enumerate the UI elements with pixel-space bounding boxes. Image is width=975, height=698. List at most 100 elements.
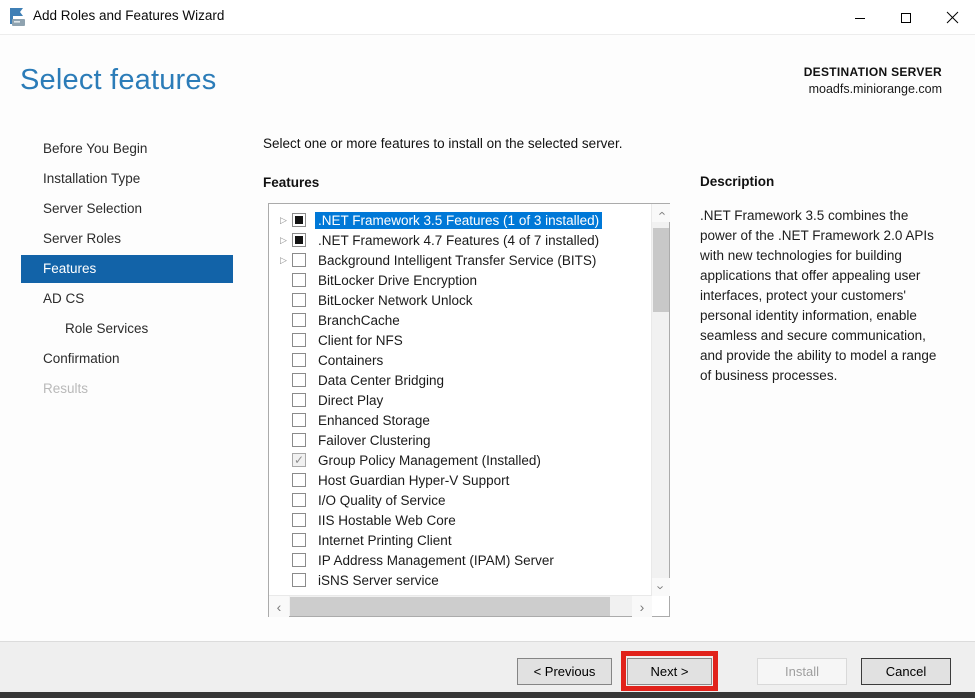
previous-button[interactable]: < Previous: [517, 658, 612, 685]
feature-checkbox[interactable]: [292, 553, 306, 567]
feature-label[interactable]: IP Address Management (IPAM) Server: [315, 552, 557, 569]
sidebar-item-ad-cs[interactable]: AD CS: [21, 284, 233, 314]
taskbar-edge: [0, 692, 975, 698]
description-text: .NET Framework 3.5 combines the power of…: [700, 208, 937, 383]
page-title: Select features: [20, 64, 217, 96]
destination-server-label: DESTINATION SERVER: [803, 65, 942, 79]
destination-server-block: DESTINATION SERVER moadfs.miniorange.com: [804, 65, 942, 96]
feature-label[interactable]: BranchCache: [315, 312, 403, 329]
minimize-button[interactable]: [837, 0, 883, 35]
scroll-down-icon[interactable]: ›: [652, 578, 670, 596]
feature-label[interactable]: Host Guardian Hyper-V Support: [315, 472, 512, 489]
vertical-scrollbar[interactable]: › ›: [651, 204, 670, 596]
feature-row[interactable]: Internet Printing Client: [269, 530, 652, 550]
feature-label[interactable]: Group Policy Management (Installed): [315, 452, 544, 469]
feature-checkbox[interactable]: [292, 373, 306, 387]
vertical-scroll-thumb[interactable]: [653, 228, 669, 312]
feature-checkbox[interactable]: [292, 213, 306, 227]
feature-row[interactable]: iSNS Server service: [269, 570, 652, 590]
feature-checkbox[interactable]: [292, 333, 306, 347]
feature-label[interactable]: IIS Hostable Web Core: [315, 512, 459, 529]
cancel-button[interactable]: Cancel: [861, 658, 951, 685]
maximize-icon: [901, 12, 911, 23]
feature-label[interactable]: Failover Clustering: [315, 432, 434, 449]
feature-row[interactable]: ▷ .NET Framework 4.7 Features (4 of 7 ins…: [269, 230, 652, 250]
feature-row[interactable]: Client for NFS: [269, 330, 652, 350]
feature-label[interactable]: iSNS Server service: [315, 572, 442, 589]
close-button[interactable]: [929, 0, 975, 35]
feature-checkbox[interactable]: [292, 273, 306, 287]
sidebar-item-confirmation[interactable]: Confirmation: [21, 344, 233, 374]
feature-checkbox[interactable]: [292, 533, 306, 547]
feature-label[interactable]: BitLocker Drive Encryption: [315, 272, 480, 289]
feature-row[interactable]: Containers: [269, 350, 652, 370]
feature-row[interactable]: ✓ Group Policy Management (Installed): [269, 450, 652, 470]
feature-checkbox[interactable]: [292, 493, 306, 507]
feature-checkbox[interactable]: [292, 293, 306, 307]
feature-row[interactable]: IIS Hostable Web Core: [269, 510, 652, 530]
sidebar-item-installation-type[interactable]: Installation Type: [21, 164, 233, 194]
sidebar-item-results: Results: [43, 381, 89, 396]
scroll-right-icon[interactable]: ›: [632, 596, 652, 617]
feature-label[interactable]: .NET Framework 4.7 Features (4 of 7 inst…: [315, 232, 602, 249]
footer-bar: < Previous Next > Install Cancel: [0, 641, 975, 692]
feature-row[interactable]: BitLocker Drive Encryption: [269, 270, 652, 290]
expand-arrow-icon[interactable]: ▷: [277, 255, 290, 266]
feature-label[interactable]: Enhanced Storage: [315, 412, 433, 429]
feature-row[interactable]: ▷ .NET Framework 3.5 Features (1 of 3 ins…: [269, 210, 652, 230]
feature-row[interactable]: Failover Clustering: [269, 430, 652, 450]
wizard-steps-sidebar: Before You Begin Installation Type Server …: [21, 134, 233, 404]
feature-checkbox[interactable]: [292, 573, 306, 587]
feature-label[interactable]: Containers: [315, 352, 386, 369]
feature-row[interactable]: ▷ Background Intelligent Transfer Service…: [269, 250, 652, 270]
expand-arrow-icon[interactable]: ▷: [277, 235, 290, 246]
feature-checkbox[interactable]: [292, 473, 306, 487]
feature-row[interactable]: BranchCache: [269, 310, 652, 330]
expand-arrow-icon[interactable]: ▷: [277, 215, 290, 226]
title-bar: Add Roles and Features Wizard: [0, 0, 975, 35]
feature-row[interactable]: I/O Quality of Service: [269, 490, 652, 510]
feature-label[interactable]: Data Center Bridging: [315, 372, 447, 389]
sidebar-item-before-you-begin[interactable]: Before You Begin: [21, 134, 233, 164]
feature-checkbox[interactable]: [292, 413, 306, 427]
sidebar-item-features[interactable]: Features: [21, 255, 233, 283]
feature-checkbox[interactable]: [292, 513, 306, 527]
features-listbox: ▷ .NET Framework 3.5 Features (1 of 3 ins…: [268, 203, 670, 617]
feature-row[interactable]: IP Address Management (IPAM) Server: [269, 550, 652, 570]
feature-label[interactable]: Client for NFS: [315, 332, 406, 349]
feature-label[interactable]: .NET Framework 3.5 Features (1 of 3 inst…: [315, 211, 603, 229]
feature-row[interactable]: Host Guardian Hyper-V Support: [269, 470, 652, 490]
scroll-left-icon[interactable]: ‹: [269, 596, 289, 617]
instruction-text: Select one or more features to install o…: [263, 136, 623, 151]
minimize-icon: [855, 17, 865, 19]
feature-label[interactable]: BitLocker Network Unlock: [315, 292, 476, 309]
maximize-button[interactable]: [883, 0, 929, 35]
feature-row[interactable]: BitLocker Network Unlock: [269, 290, 652, 310]
wizard-window: Add Roles and Features Wizard Select fea…: [0, 0, 975, 698]
horizontal-scroll-thumb[interactable]: [290, 597, 610, 616]
feature-checkbox[interactable]: [292, 433, 306, 447]
next-button[interactable]: Next >: [627, 658, 712, 685]
feature-checkbox[interactable]: [292, 233, 306, 247]
feature-row[interactable]: Enhanced Storage: [269, 410, 652, 430]
feature-label[interactable]: Direct Play: [315, 392, 386, 409]
sidebar-item-server-roles[interactable]: Server Roles: [21, 224, 233, 254]
sidebar-item-server-selection[interactable]: Server Selection: [21, 194, 233, 224]
feature-label[interactable]: Internet Printing Client: [315, 532, 455, 549]
feature-label[interactable]: I/O Quality of Service: [315, 492, 449, 509]
feature-checkbox[interactable]: [292, 353, 306, 367]
app-icon: [10, 8, 25, 26]
description-heading: Description: [700, 174, 775, 189]
feature-row[interactable]: Data Center Bridging: [269, 370, 652, 390]
feature-checkbox[interactable]: [292, 253, 306, 267]
feature-row[interactable]: Direct Play: [269, 390, 652, 410]
horizontal-scrollbar[interactable]: ‹ ›: [269, 595, 652, 617]
destination-server-name: moadfs.miniorange.com: [808, 82, 942, 96]
features-rows: ▷ .NET Framework 3.5 Features (1 of 3 ins…: [269, 210, 652, 590]
feature-label[interactable]: Background Intelligent Transfer Service …: [315, 252, 599, 269]
scroll-up-icon[interactable]: ›: [652, 204, 670, 222]
close-icon: [946, 11, 958, 24]
feature-checkbox[interactable]: [292, 313, 306, 327]
feature-checkbox[interactable]: [292, 393, 306, 407]
sidebar-item-role-services[interactable]: Role Services: [21, 314, 233, 344]
